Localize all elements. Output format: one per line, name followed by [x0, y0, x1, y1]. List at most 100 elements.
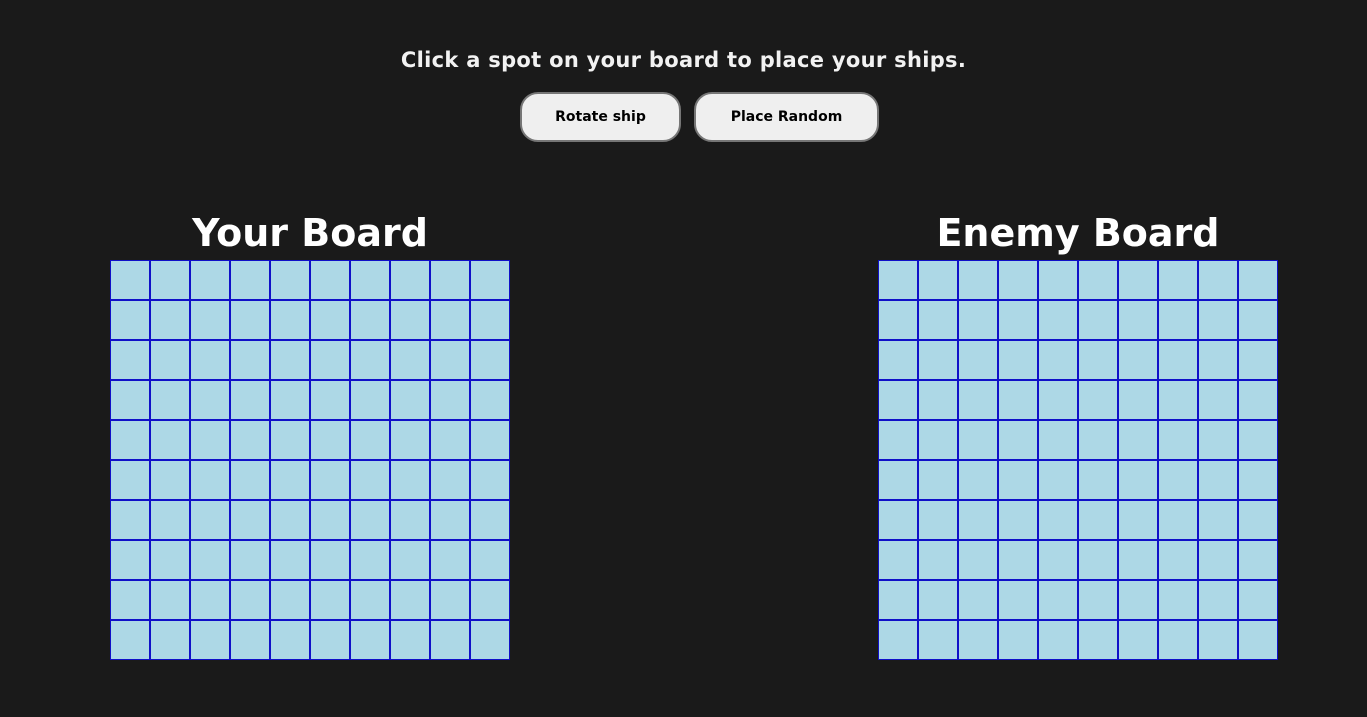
enemy-board-cell[interactable] — [1158, 260, 1198, 300]
enemy-board-cell[interactable] — [1038, 380, 1078, 420]
player-board-cell[interactable] — [110, 540, 150, 580]
enemy-board-cell[interactable] — [918, 420, 958, 460]
enemy-board-cell[interactable] — [998, 260, 1038, 300]
enemy-board-cell[interactable] — [1158, 460, 1198, 500]
player-board-cell[interactable] — [270, 340, 310, 380]
player-board-cell[interactable] — [470, 540, 510, 580]
player-board-cell[interactable] — [270, 300, 310, 340]
enemy-board-cell[interactable] — [878, 420, 918, 460]
enemy-board-cell[interactable] — [1078, 420, 1118, 460]
enemy-board-cell[interactable] — [1118, 340, 1158, 380]
player-board-cell[interactable] — [430, 420, 470, 460]
enemy-board-cell[interactable] — [1158, 380, 1198, 420]
player-board-cell[interactable] — [430, 620, 470, 660]
enemy-board-cell[interactable] — [1198, 300, 1238, 340]
enemy-board-cell[interactable] — [1038, 460, 1078, 500]
player-board-cell[interactable] — [110, 580, 150, 620]
enemy-board-cell[interactable] — [1198, 340, 1238, 380]
enemy-board-cell[interactable] — [1078, 500, 1118, 540]
enemy-board-cell[interactable] — [878, 340, 918, 380]
enemy-board-cell[interactable] — [1038, 300, 1078, 340]
player-board-cell[interactable] — [270, 500, 310, 540]
enemy-board-cell[interactable] — [1198, 260, 1238, 300]
player-board-cell[interactable] — [470, 340, 510, 380]
player-board-cell[interactable] — [230, 580, 270, 620]
player-board-cell[interactable] — [230, 460, 270, 500]
player-board-cell[interactable] — [470, 260, 510, 300]
enemy-board-cell[interactable] — [1198, 380, 1238, 420]
enemy-board-cell[interactable] — [998, 420, 1038, 460]
player-board-cell[interactable] — [150, 260, 190, 300]
player-board-cell[interactable] — [350, 340, 390, 380]
enemy-board-cell[interactable] — [918, 260, 958, 300]
enemy-board-cell[interactable] — [1078, 580, 1118, 620]
enemy-board-cell[interactable] — [1238, 380, 1278, 420]
player-board-cell[interactable] — [270, 580, 310, 620]
enemy-board-cell[interactable] — [1238, 620, 1278, 660]
enemy-board-cell[interactable] — [1238, 540, 1278, 580]
enemy-board-cell[interactable] — [1198, 500, 1238, 540]
enemy-board-cell[interactable] — [1238, 260, 1278, 300]
player-board-cell[interactable] — [150, 540, 190, 580]
enemy-board-cell[interactable] — [1118, 460, 1158, 500]
player-board-cell[interactable] — [430, 340, 470, 380]
enemy-board-cell[interactable] — [878, 580, 918, 620]
player-board-cell[interactable] — [310, 260, 350, 300]
player-board-cell[interactable] — [110, 300, 150, 340]
player-board-cell[interactable] — [190, 500, 230, 540]
player-board-cell[interactable] — [310, 420, 350, 460]
enemy-board-cell[interactable] — [878, 620, 918, 660]
enemy-board-cell[interactable] — [918, 300, 958, 340]
enemy-board-cell[interactable] — [1038, 540, 1078, 580]
player-board-cell[interactable] — [110, 260, 150, 300]
player-board-cell[interactable] — [310, 340, 350, 380]
place-random-button[interactable]: Place Random — [694, 92, 879, 142]
player-board-cell[interactable] — [150, 340, 190, 380]
enemy-board-cell[interactable] — [958, 300, 998, 340]
player-board-cell[interactable] — [390, 260, 430, 300]
player-board-cell[interactable] — [230, 300, 270, 340]
enemy-board-cell[interactable] — [1158, 420, 1198, 460]
player-board-cell[interactable] — [390, 460, 430, 500]
player-board-cell[interactable] — [190, 580, 230, 620]
enemy-board-cell[interactable] — [1238, 420, 1278, 460]
player-board-cell[interactable] — [470, 460, 510, 500]
enemy-board-cell[interactable] — [958, 380, 998, 420]
player-board-cell[interactable] — [110, 420, 150, 460]
enemy-board-cell[interactable] — [1078, 300, 1118, 340]
enemy-board-cell[interactable] — [878, 540, 918, 580]
player-board-cell[interactable] — [430, 460, 470, 500]
player-board-cell[interactable] — [310, 620, 350, 660]
player-board-cell[interactable] — [230, 420, 270, 460]
enemy-board-cell[interactable] — [1038, 420, 1078, 460]
player-board-cell[interactable] — [350, 500, 390, 540]
enemy-board-cell[interactable] — [958, 620, 998, 660]
enemy-board-cell[interactable] — [878, 260, 918, 300]
enemy-board-cell[interactable] — [1078, 460, 1118, 500]
enemy-board-cell[interactable] — [958, 580, 998, 620]
enemy-board-cell[interactable] — [1238, 460, 1278, 500]
enemy-board-cell[interactable] — [958, 260, 998, 300]
player-board-cell[interactable] — [190, 300, 230, 340]
enemy-board-cell[interactable] — [998, 500, 1038, 540]
enemy-board-cell[interactable] — [1158, 620, 1198, 660]
enemy-board-cell[interactable] — [918, 580, 958, 620]
enemy-board-cell[interactable] — [998, 620, 1038, 660]
player-board-cell[interactable] — [390, 540, 430, 580]
player-board-cell[interactable] — [310, 380, 350, 420]
player-board-cell[interactable] — [270, 620, 310, 660]
player-board-cell[interactable] — [150, 500, 190, 540]
player-board-cell[interactable] — [310, 580, 350, 620]
player-board-cell[interactable] — [350, 380, 390, 420]
enemy-board-cell[interactable] — [918, 340, 958, 380]
enemy-board-cell[interactable] — [998, 580, 1038, 620]
enemy-board-cell[interactable] — [1238, 580, 1278, 620]
enemy-board-cell[interactable] — [1038, 580, 1078, 620]
player-board-cell[interactable] — [350, 260, 390, 300]
player-board-cell[interactable] — [270, 460, 310, 500]
player-board-cell[interactable] — [350, 540, 390, 580]
player-board-cell[interactable] — [470, 420, 510, 460]
player-board-cell[interactable] — [390, 620, 430, 660]
player-board-cell[interactable] — [150, 420, 190, 460]
player-board-cell[interactable] — [110, 340, 150, 380]
